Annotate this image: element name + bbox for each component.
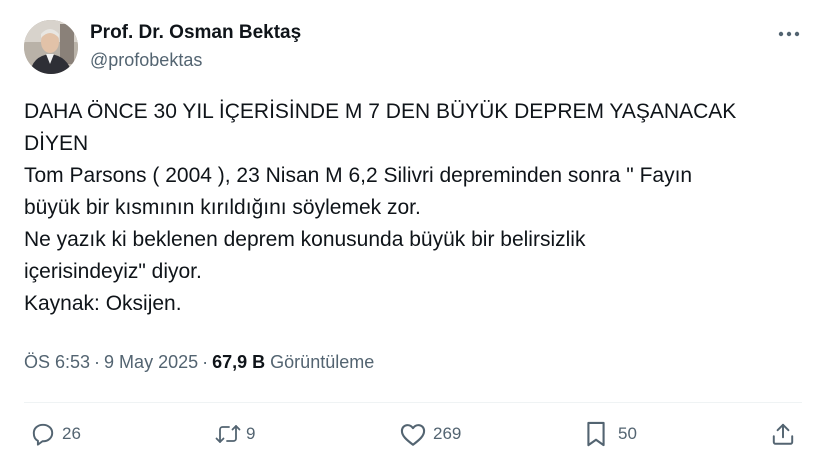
repost-icon: [215, 425, 241, 443]
repost-button[interactable]: 9: [214, 418, 255, 450]
tweet-line: Tom Parsons ( 2004 ), 23 Nisan M 6,2 Sil…: [24, 164, 693, 187]
meta-separator: ·: [202, 352, 209, 372]
tweet-date[interactable]: 9 May 2025: [104, 352, 198, 372]
tweet-line: içerisindeyiz" diyor.: [24, 260, 202, 283]
tweet-line: büyük bir kısmının kırıldığını söylemek …: [24, 196, 421, 219]
views-count[interactable]: 67,9 B: [212, 352, 265, 372]
tweet-time[interactable]: ÖS 6:53: [24, 352, 90, 372]
tweet-line: DİYEN: [24, 132, 89, 155]
tweet-meta: ÖS 6:53 · 9 May 2025 · 67,9 B Görüntüleme: [24, 352, 374, 373]
author-name[interactable]: Prof. Dr. Osman Bektaş: [90, 22, 301, 44]
tweet-line: Ne yazık ki beklenen deprem konusunda bü…: [24, 228, 586, 251]
divider: [24, 402, 802, 403]
views-label: Görüntüleme: [270, 352, 375, 372]
bookmark-count: 50: [618, 424, 637, 443]
share-icon: [772, 423, 794, 445]
reply-count: 26: [62, 424, 81, 443]
reply-icon: [32, 423, 54, 446]
tweet-text: DAHA ÖNCE 30 YIL İÇERİSİNDE M 7 DEN BÜYÜ…: [24, 96, 814, 320]
avatar[interactable]: [24, 20, 78, 74]
repost-count: 9: [246, 424, 256, 443]
more-options-button[interactable]: [776, 22, 802, 46]
author-handle[interactable]: @profobektas: [90, 50, 202, 71]
bookmark-icon: [587, 421, 605, 447]
tweet-line: DAHA ÖNCE 30 YIL İÇERİSİNDE M 7 DEN BÜYÜ…: [24, 100, 737, 123]
tweet-line: Kaynak: Oksijen.: [24, 292, 182, 315]
more-icon: [778, 31, 800, 37]
share-button[interactable]: [770, 418, 796, 450]
like-count: 269: [433, 424, 462, 443]
tweet-card: Prof. Dr. Osman Bektaş @profobektas DAHA…: [0, 0, 832, 465]
avatar-image: [24, 20, 78, 74]
meta-separator: ·: [94, 352, 101, 372]
reply-button[interactable]: 26: [30, 418, 81, 450]
like-button[interactable]: 269: [399, 418, 461, 450]
bookmark-button[interactable]: 50: [584, 418, 637, 450]
like-icon: [400, 424, 426, 446]
